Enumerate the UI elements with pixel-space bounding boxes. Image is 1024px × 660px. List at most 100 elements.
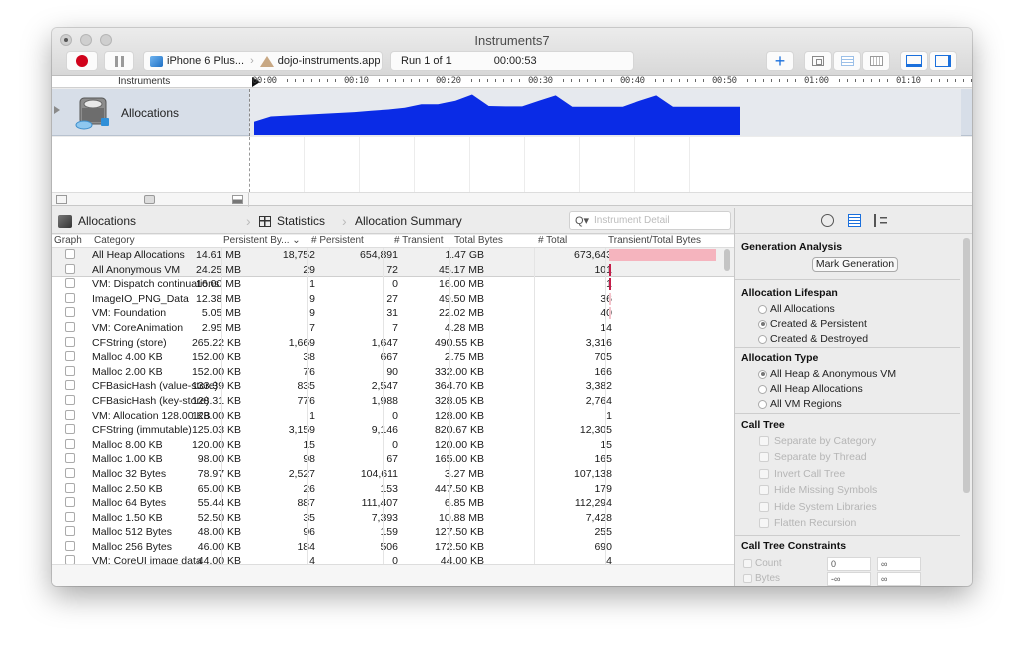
- col-graph[interactable]: Graph: [54, 235, 82, 246]
- checkbox-bytes-constraint[interactable]: Bytes: [743, 573, 780, 584]
- table-row[interactable]: VM: Foundation 5.05 MB 9 31 22.02 MB 40: [52, 306, 734, 321]
- extended-detail-tab-icon[interactable]: [874, 214, 887, 227]
- allocation-graph[interactable]: [249, 89, 961, 136]
- cell-category: VM: Foundation: [92, 307, 167, 320]
- graph-checkbox[interactable]: [65, 292, 75, 303]
- table-row[interactable]: Malloc 512 Bytes 48.00 KB 96 159 127.50 KB 25…: [52, 525, 734, 540]
- radio-created-persistent[interactable]: Created & Persistent: [758, 318, 867, 330]
- graph-checkbox[interactable]: [65, 482, 75, 493]
- table-row[interactable]: Malloc 2.00 KB 152.00 KB 76 90 332.00 KB 166: [52, 365, 734, 380]
- col-category[interactable]: Category: [94, 235, 135, 246]
- instrument-detail-search[interactable]: Q▾ Instrument Detail: [569, 211, 731, 230]
- checkbox-hide-missing-symbols[interactable]: Hide Missing Symbols: [759, 484, 877, 496]
- bytes-max-field[interactable]: ∞: [877, 572, 921, 586]
- display-settings-tab-icon[interactable]: [848, 214, 861, 227]
- count-max-field[interactable]: ∞: [877, 557, 921, 571]
- graph-checkbox[interactable]: [65, 540, 75, 551]
- col-persistent-bytes[interactable]: Persistent By... ⌄: [223, 235, 301, 246]
- graph-checkbox[interactable]: [65, 409, 75, 420]
- col-transient-total[interactable]: Transient/Total Bytes: [608, 235, 701, 246]
- add-instrument-button[interactable]: +: [766, 51, 794, 71]
- record-button[interactable]: [66, 51, 98, 71]
- graph-checkbox[interactable]: [65, 336, 75, 347]
- graph-checkbox[interactable]: [65, 438, 75, 449]
- radio-vm-regions[interactable]: All VM Regions: [758, 398, 842, 410]
- graph-style-icon[interactable]: [56, 195, 67, 204]
- graph-checkbox[interactable]: [65, 424, 75, 435]
- radio-all-allocations[interactable]: All Allocations: [758, 303, 835, 315]
- cell-n-persistent: 1,669: [288, 336, 315, 349]
- radio-created-destroyed[interactable]: Created & Destroyed: [758, 333, 868, 345]
- table-row[interactable]: ImageIO_PNG_Data 12.38 MB 9 27 49.50 MB 36: [52, 292, 734, 307]
- graph-checkbox[interactable]: [65, 467, 75, 478]
- bytes-min-field[interactable]: -∞: [827, 572, 871, 586]
- radio-heap-allocations[interactable]: All Heap Allocations: [758, 383, 863, 395]
- target-selector[interactable]: iPhone 6 Plus... › dojo-instruments.app: [143, 51, 383, 71]
- graph-checkbox[interactable]: [65, 380, 75, 391]
- graph-checkbox[interactable]: [65, 263, 75, 274]
- col-total-bytes[interactable]: Total Bytes: [454, 235, 503, 246]
- table-row[interactable]: Malloc 1.00 KB 98.00 KB 98 67 165.00 KB 165: [52, 452, 734, 467]
- table-row[interactable]: Malloc 4.00 KB 152.00 KB 38 667 2.75 MB 705: [52, 350, 734, 365]
- graph-checkbox[interactable]: [65, 249, 75, 259]
- radio-heap-and-vm[interactable]: All Heap & Anonymous VM: [758, 368, 896, 380]
- pause-icon: [114, 55, 124, 67]
- graph-checkbox[interactable]: [65, 278, 75, 289]
- graph-checkbox[interactable]: [65, 351, 75, 362]
- jumpbar-instrument[interactable]: Allocations: [58, 214, 136, 228]
- cell-n-persistent: 7: [309, 321, 315, 334]
- table-row[interactable]: Malloc 8.00 KB 120.00 KB 15 0 120.00 KB 15: [52, 438, 734, 453]
- table-row[interactable]: CFBasicHash (key-store)128.31 KB7761,988…: [52, 394, 734, 409]
- inspector-scrollbar[interactable]: [963, 238, 970, 493]
- display-settings-button[interactable]: [833, 51, 861, 71]
- graph-checkbox[interactable]: [65, 365, 75, 376]
- count-min-field[interactable]: 0: [827, 557, 871, 571]
- col-n-total[interactable]: # Total: [538, 235, 567, 246]
- checkbox-separate-thread[interactable]: Separate by Thread: [759, 451, 867, 463]
- table-row[interactable]: CFBasicHash (value-store)133.39 KB8352,5…: [52, 379, 734, 394]
- toggle-inspector-button[interactable]: [929, 51, 957, 71]
- checkbox-separate-category[interactable]: Separate by Category: [759, 435, 876, 447]
- track-display-icon[interactable]: [144, 195, 155, 204]
- graph-checkbox[interactable]: [65, 394, 75, 405]
- table-row[interactable]: VM: Allocation 128.00 KB 128.00 KB 1 0 128.0…: [52, 409, 734, 424]
- record-settings-tab-icon[interactable]: [821, 214, 834, 227]
- toggle-detail-pane-button[interactable]: [900, 51, 928, 71]
- table-row[interactable]: All Anonymous VM 24.25 MB 29 72 45.17 MB 101: [52, 262, 734, 278]
- graph-checkbox[interactable]: [65, 307, 75, 318]
- table-row[interactable]: Malloc 256 Bytes46.00 KB184506172.50 KB6…: [52, 540, 734, 555]
- record-settings-button[interactable]: [804, 51, 832, 71]
- table-row[interactable]: Malloc 2.50 KB 65.00 KB 26 153 447.50 KB 179: [52, 482, 734, 497]
- disclosure-triangle-icon[interactable]: [54, 106, 60, 114]
- checkbox-hide-system-libraries[interactable]: Hide System Libraries: [759, 501, 877, 513]
- track-height-icon[interactable]: [232, 195, 243, 204]
- table-row[interactable]: All Heap Allocations 14.61 MB 18,752 654,89…: [52, 248, 734, 263]
- table-row[interactable]: Malloc 1.50 KB 52.50 KB 35 7,393 10.88 MB 7,4…: [52, 511, 734, 526]
- table-row[interactable]: Malloc 64 Bytes55.44 KB887111,4076.85 MB…: [52, 496, 734, 511]
- table-row[interactable]: Malloc 32 Bytes 78.97 KB 2,527 104,611 3.27 …: [52, 467, 734, 482]
- run-status[interactable]: Run 1 of 1 00:00:53: [390, 51, 634, 71]
- cell-persistent-bytes: 128.31 KB: [191, 394, 241, 407]
- checkbox-flatten-recursion[interactable]: Flatten Recursion: [759, 517, 856, 529]
- checkbox-count-constraint[interactable]: Count: [743, 558, 782, 569]
- graph-checkbox[interactable]: [65, 526, 75, 537]
- col-n-persistent[interactable]: # Persistent: [311, 235, 364, 246]
- table-row[interactable]: VM: CoreAnimation 2.95 MB 7 7 4.28 MB 14: [52, 321, 734, 336]
- graph-checkbox[interactable]: [65, 511, 75, 522]
- graph-checkbox[interactable]: [65, 321, 75, 332]
- jumpbar-view[interactable]: Statistics: [259, 214, 325, 228]
- graph-checkbox[interactable]: [65, 497, 75, 508]
- checkbox-invert-call-tree[interactable]: Invert Call Tree: [759, 468, 845, 480]
- table-scrollbar[interactable]: [724, 249, 730, 271]
- table-row[interactable]: CFString (immutable) 125.03 KB 3,159 9,146 8…: [52, 423, 734, 438]
- table-row[interactable]: CFString (store) 265.22 KB 1,669 1,647 490.5…: [52, 336, 734, 351]
- table-row[interactable]: VM: Dispatch continuations 16.00 MB 1 0 16.0…: [52, 277, 734, 292]
- timeline-ruler[interactable]: Instruments 00:00 00:10 00:20 00:30 00:40 00:…: [52, 76, 972, 88]
- col-n-transient[interactable]: # Transient: [394, 235, 443, 246]
- mark-generation-button[interactable]: Mark Generation: [812, 257, 898, 272]
- graph-checkbox[interactable]: [65, 453, 75, 464]
- pause-button[interactable]: [104, 51, 134, 71]
- extended-detail-button[interactable]: [862, 51, 890, 71]
- instrument-track-allocations[interactable]: Allocations: [52, 89, 972, 136]
- jumpbar-detail[interactable]: Allocation Summary: [355, 214, 462, 228]
